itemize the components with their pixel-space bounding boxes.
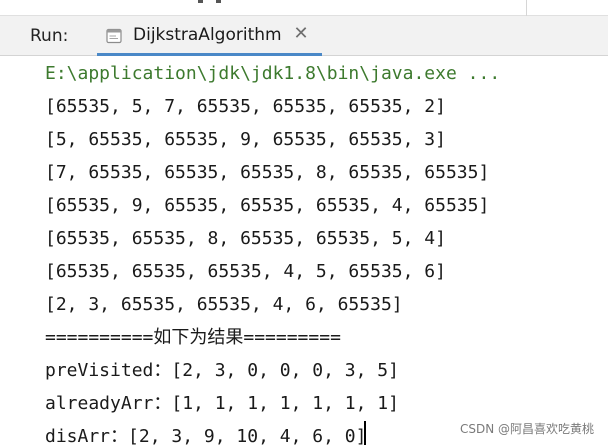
console-window-icon — [106, 28, 122, 44]
console-line: [2, 3, 65535, 65535, 4, 6, 65535] — [45, 294, 403, 315]
console-line: [65535, 65535, 65535, 4, 5, 65535, 6] — [45, 261, 446, 282]
editor-fragment — [216, 0, 221, 3]
console-line: [65535, 5, 7, 65535, 65535, 65535, 2] — [45, 96, 446, 117]
console-line: [65535, 9, 65535, 65535, 65535, 4, 65535… — [45, 195, 490, 216]
console-line: disArr：[2, 3, 9, 10, 4, 6, 0] — [45, 426, 367, 446]
console-line: ==========如下为结果========= — [45, 327, 341, 348]
console-output[interactable]: E:\application\jdk\jdk1.8\bin\java.exe .… — [0, 57, 608, 446]
editor-fragment — [198, 0, 203, 3]
top-divider — [526, 0, 527, 16]
watermark: CSDN @阿昌喜欢吃黄桃 — [459, 422, 594, 436]
window-top-strip — [0, 0, 608, 16]
console-line: [65535, 65535, 8, 65535, 65535, 5, 4] — [45, 228, 446, 249]
active-tab-underline — [97, 53, 322, 56]
tab-title: DijkstraAlgorithm — [133, 25, 282, 45]
text-caret — [364, 421, 366, 445]
run-label: Run: — [30, 26, 69, 46]
console-line: [7, 65535, 65535, 65535, 8, 65535, 65535… — [45, 162, 490, 183]
console-command-line: E:\application\jdk\jdk1.8\bin\java.exe .… — [45, 63, 501, 84]
run-toolwindow-header: Run: DijkstraAlgorithm ✕ — [0, 16, 608, 56]
console-line: alreadyArr：[1, 1, 1, 1, 1, 1, 1] — [45, 393, 399, 414]
console-line: preVisited：[2, 3, 0, 0, 0, 3, 5] — [45, 360, 399, 381]
close-icon[interactable]: ✕ — [292, 24, 310, 44]
console-line: [5, 65535, 65535, 9, 65535, 65535, 3] — [45, 129, 446, 150]
tab-dijkstra-algorithm[interactable]: DijkstraAlgorithm ✕ — [97, 16, 322, 56]
